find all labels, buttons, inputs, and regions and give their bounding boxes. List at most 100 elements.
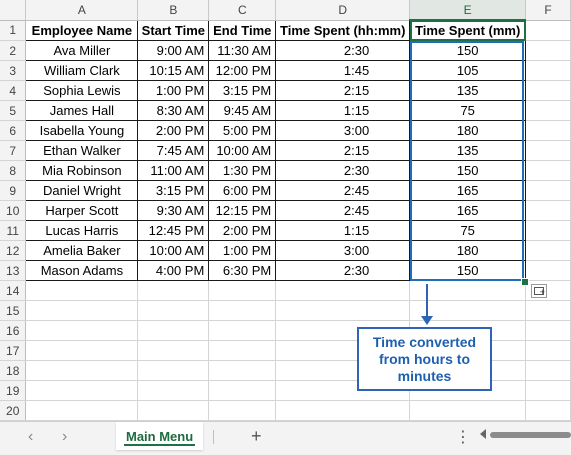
empty-cell[interactable] [275, 300, 411, 321]
cell-start-time[interactable]: 7:45 AM [137, 140, 210, 161]
row-header[interactable]: 20 [0, 400, 27, 421]
cell-start-time[interactable]: 12:45 PM [137, 220, 210, 241]
cell-employee-name[interactable]: Amelia Baker [25, 240, 139, 261]
empty-cell[interactable] [25, 400, 139, 421]
cell-start-time[interactable]: 9:30 AM [137, 200, 210, 221]
row-header[interactable]: 18 [0, 360, 27, 381]
empty-cell[interactable] [525, 140, 571, 161]
cell-time-spent-mm[interactable]: 135 [409, 80, 527, 101]
cell-time-spent-mm[interactable]: 180 [409, 240, 527, 261]
cell-end-time[interactable]: 5:00 PM [208, 120, 277, 141]
empty-cell[interactable] [208, 300, 277, 321]
row-header[interactable]: 13 [0, 260, 27, 281]
cell-time-spent-mm[interactable]: 135 [409, 140, 527, 161]
select-all-corner[interactable] [0, 0, 27, 21]
sheet-tab-main-menu[interactable]: Main Menu [116, 422, 204, 450]
cell-end-time[interactable]: 12:15 PM [208, 200, 277, 221]
empty-cell[interactable] [137, 280, 210, 301]
row-header[interactable]: 19 [0, 380, 27, 401]
cell-employee-name[interactable]: Mason Adams [25, 260, 139, 281]
cell-employee-name[interactable]: Harper Scott [25, 200, 139, 221]
cell-time-spent-mm[interactable]: 165 [409, 180, 527, 201]
column-header-e[interactable]: E [409, 0, 527, 21]
row-header[interactable]: 6 [0, 120, 27, 141]
header-cell-time-spent-mm[interactable]: Time Spent (mm) [409, 19, 527, 41]
scroll-left-arrow-icon[interactable] [480, 429, 486, 439]
cell-time-spent-hhmm[interactable]: 2:30 [275, 40, 411, 61]
cell-end-time[interactable]: 1:30 PM [208, 160, 277, 181]
empty-cell[interactable] [208, 340, 277, 361]
empty-cell[interactable] [525, 260, 571, 281]
empty-cell[interactable] [137, 400, 210, 421]
empty-cell[interactable] [409, 400, 527, 421]
empty-cell[interactable] [208, 280, 277, 301]
empty-cell[interactable] [525, 180, 571, 201]
cell-time-spent-hhmm[interactable]: 2:15 [275, 80, 411, 101]
cell-time-spent-hhmm[interactable]: 2:30 [275, 160, 411, 181]
cell-time-spent-hhmm[interactable]: 2:30 [275, 260, 411, 281]
row-header[interactable]: 12 [0, 240, 27, 261]
empty-cell[interactable] [137, 380, 210, 401]
empty-cell[interactable] [525, 160, 571, 181]
row-header[interactable]: 9 [0, 180, 27, 201]
column-header-c[interactable]: C [208, 0, 277, 21]
cell-time-spent-mm[interactable]: 180 [409, 120, 527, 141]
empty-cell[interactable] [525, 380, 571, 401]
empty-cell[interactable] [137, 300, 210, 321]
empty-cell[interactable] [525, 40, 571, 61]
cell-employee-name[interactable]: Isabella Young [25, 120, 139, 141]
row-header[interactable]: 1 [0, 20, 27, 41]
cell-time-spent-hhmm[interactable]: 2:45 [275, 200, 411, 221]
cell-employee-name[interactable]: Ava Miller [25, 40, 139, 61]
cell-employee-name[interactable]: Sophia Lewis [25, 80, 139, 101]
empty-cell[interactable] [525, 60, 571, 81]
empty-cell[interactable] [25, 380, 139, 401]
cell-end-time[interactable]: 12:00 PM [208, 60, 277, 81]
row-header[interactable]: 7 [0, 140, 27, 161]
row-header[interactable]: 11 [0, 220, 27, 241]
empty-cell[interactable] [525, 360, 571, 381]
cell-start-time[interactable]: 2:00 PM [137, 120, 210, 141]
row-header[interactable]: 10 [0, 200, 27, 221]
cell-start-time[interactable]: 10:15 AM [137, 60, 210, 81]
empty-cell[interactable] [525, 340, 571, 361]
cell-employee-name[interactable]: James Hall [25, 100, 139, 121]
empty-cell[interactable] [25, 340, 139, 361]
cell-end-time[interactable]: 2:00 PM [208, 220, 277, 241]
empty-cell[interactable] [137, 340, 210, 361]
cell-time-spent-mm[interactable]: 150 [409, 40, 527, 61]
header-cell-employee-name[interactable]: Employee Name [25, 19, 139, 41]
cell-end-time[interactable]: 6:00 PM [208, 180, 277, 201]
empty-cell[interactable] [25, 320, 139, 341]
row-header[interactable]: 15 [0, 300, 27, 321]
empty-cell[interactable] [525, 200, 571, 221]
cell-time-spent-mm[interactable]: 105 [409, 60, 527, 81]
row-header[interactable]: 3 [0, 60, 27, 81]
empty-cell[interactable] [525, 300, 571, 321]
cell-start-time[interactable]: 4:00 PM [137, 260, 210, 281]
cell-start-time[interactable]: 1:00 PM [137, 80, 210, 101]
empty-cell[interactable] [525, 400, 571, 421]
empty-cell[interactable] [137, 360, 210, 381]
more-options-icon[interactable]: ⋮ [455, 427, 471, 447]
cell-time-spent-hhmm[interactable]: 2:45 [275, 180, 411, 201]
empty-cell[interactable] [137, 320, 210, 341]
cell-end-time[interactable]: 3:15 PM [208, 80, 277, 101]
cell-start-time[interactable]: 11:00 AM [137, 160, 210, 181]
cell-employee-name[interactable]: Mia Robinson [25, 160, 139, 181]
row-header[interactable]: 5 [0, 100, 27, 121]
cell-employee-name[interactable]: Lucas Harris [25, 220, 139, 241]
cell-start-time[interactable]: 10:00 AM [137, 240, 210, 261]
empty-cell[interactable] [525, 220, 571, 241]
cell-start-time[interactable]: 3:15 PM [137, 180, 210, 201]
next-sheet-arrow-icon[interactable]: › [62, 428, 67, 446]
header-cell-start-time[interactable]: Start Time [137, 19, 210, 41]
column-header-a[interactable]: A [25, 0, 139, 21]
empty-cell[interactable] [208, 400, 277, 421]
cell-time-spent-mm[interactable]: 150 [409, 260, 527, 281]
row-header[interactable]: 14 [0, 280, 27, 301]
cell-start-time[interactable]: 9:00 AM [137, 40, 210, 61]
quick-analysis-icon[interactable]: + [531, 284, 547, 298]
plus-icon[interactable]: + [251, 426, 262, 447]
cell-end-time[interactable]: 1:00 PM [208, 240, 277, 261]
